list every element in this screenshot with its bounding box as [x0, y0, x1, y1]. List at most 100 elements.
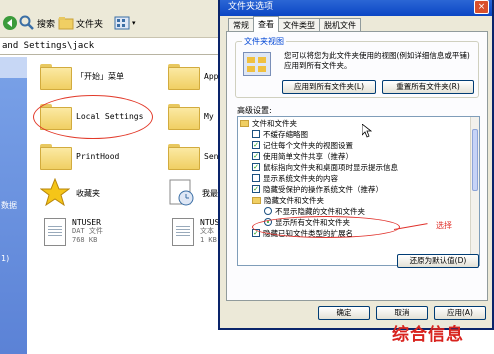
tab-file-types[interactable]: 文件类型	[278, 18, 320, 32]
radio-unselected[interactable]	[264, 207, 272, 215]
folder-icon	[168, 144, 200, 170]
checkbox-checked-icon[interactable]: ✓	[252, 152, 260, 160]
tab-strip: 常规 查看 文件类型 脱机文件	[228, 16, 361, 32]
setting-label: 隐藏受保护的操作系统文件（推荐）	[263, 184, 383, 194]
file-ntuser-ini[interactable]: NTUS 文本 1 KB	[172, 218, 219, 246]
search-button[interactable]: 搜索	[19, 14, 55, 32]
folder-views-icon	[243, 52, 271, 76]
group-title: 文件夹视图	[242, 36, 286, 47]
search-label: 搜索	[37, 19, 56, 30]
back-arrow-icon	[2, 15, 18, 31]
folders-button[interactable]: 文件夹	[58, 14, 103, 32]
folder-icon	[40, 64, 72, 90]
search-icon	[19, 15, 35, 31]
file-type: 文本	[200, 227, 214, 235]
setting-show-tooltips[interactable]: ✓ 鼠标指向文件夹和桌面项时显示提示信息	[252, 162, 398, 172]
folder-recent[interactable]: 我最	[166, 178, 218, 209]
annotation-text: 选择	[436, 221, 452, 230]
file-label: NTUS 文本 1 KB	[200, 218, 219, 245]
tab-general[interactable]: 常规	[228, 18, 254, 32]
checkbox-checked-icon[interactable]: ✓	[252, 141, 260, 149]
checkbox-checked-icon[interactable]: ✓	[252, 163, 260, 171]
views-button[interactable]: ▾	[114, 14, 136, 32]
setting-label: 记住每个文件夹的视图设置	[263, 140, 353, 150]
file-name: NTUSER	[72, 218, 101, 227]
folder-icon	[168, 104, 200, 130]
group-description: 您可以将您为此文件夹使用的视图(例如详细信息或平铺)应用到所有文件夹。	[284, 51, 470, 70]
folder-printhood[interactable]: PrintHood	[40, 144, 120, 170]
cancel-button[interactable]: 取消	[376, 306, 428, 320]
folder-name: PrintHood	[76, 151, 120, 161]
advanced-settings-list[interactable]: 文件和文件夹 不缓存缩略图 ✓ 记住每个文件夹的视图设置 ✓ 使用简单文件共享（…	[237, 116, 480, 266]
recent-docs-icon	[166, 178, 196, 209]
tree-node-hidden-files: 隐藏文件和文件夹	[252, 195, 324, 205]
folder-name: 我最	[202, 189, 218, 198]
views-grid-icon	[114, 15, 130, 31]
setting-label: 使用简单文件共享（推荐）	[263, 151, 353, 161]
folder-my-d[interactable]: My D	[168, 104, 223, 130]
setting-hide-protected-files[interactable]: ✓ 隐藏受保护的操作系统文件（推荐）	[252, 184, 383, 194]
setting-simple-sharing[interactable]: ✓ 使用简单文件共享（推荐）	[252, 151, 353, 161]
folder-views-group: 文件夹视图 您可以将您为此文件夹使用的视图(例如详细信息或平铺)应用到所有文件夹…	[235, 36, 479, 98]
restore-defaults-button[interactable]: 还原为默认值(D)	[397, 254, 479, 268]
setting-label: 文件和文件夹	[252, 118, 297, 128]
advanced-settings-label: 高级设置:	[237, 106, 272, 115]
close-icon: ×	[477, 2, 486, 12]
checkbox-checked-icon[interactable]: ✓	[252, 185, 260, 193]
setting-label: 隐藏文件和文件夹	[264, 195, 324, 205]
scrollbar-thumb[interactable]	[472, 129, 478, 191]
address-bar[interactable]: and Settings\jack	[0, 38, 220, 55]
setting-remember-view[interactable]: ✓ 记住每个文件夹的视图设置	[252, 140, 353, 150]
setting-label: 鼠标指向文件夹和桌面项时显示提示信息	[263, 162, 398, 172]
checkbox-unchecked[interactable]	[252, 130, 260, 138]
file-icon	[44, 218, 66, 246]
setting-show-system-folders[interactable]: 显示系统文件夹的内容	[252, 173, 338, 183]
chevron-down-icon: ▾	[132, 19, 136, 27]
folder-appl[interactable]: Appl	[168, 64, 223, 90]
folder-tree-icon	[58, 15, 74, 31]
file-size: 768 KB	[72, 236, 98, 244]
folder-start-menu[interactable]: 「开始」菜单	[40, 64, 124, 90]
setting-label: 显示系统文件夹的内容	[263, 173, 338, 183]
reset-all-folders-button[interactable]: 重置所有文件夹(R)	[382, 80, 474, 94]
highlight-ellipse-show-all	[252, 216, 400, 238]
tab-view[interactable]: 查看	[253, 16, 279, 32]
folder-icon	[168, 64, 200, 90]
file-type: DAT 文件	[72, 227, 103, 235]
setting-do-not-show-hidden[interactable]: 不显示隐藏的文件和文件夹	[264, 206, 365, 216]
task-pane-label-2: 1)	[1, 254, 10, 263]
checkbox-unchecked[interactable]	[252, 174, 260, 182]
task-pane: 数据 1)	[0, 56, 27, 354]
file-label: NTUSER DAT 文件 768 KB	[72, 218, 103, 245]
file-size: 1 KB	[200, 236, 217, 244]
apply-to-all-folders-button[interactable]: 应用到所有文件夹(L)	[282, 80, 376, 94]
tab-offline-files[interactable]: 脱机文件	[319, 18, 361, 32]
view-tab-panel: 文件夹视图 您可以将您为此文件夹使用的视图(例如详细信息或平铺)应用到所有文件夹…	[226, 31, 488, 301]
dialog-title-bar[interactable]: 文件夹选项 ×	[220, 0, 492, 16]
file-ntuser-dat[interactable]: NTUSER DAT 文件 768 KB	[44, 218, 103, 246]
task-pane-label-1: 数据	[1, 201, 17, 210]
back-button[interactable]	[2, 14, 18, 32]
folder-name: 「开始」菜单	[76, 71, 124, 81]
tree-node-files-folders: 文件和文件夹	[240, 118, 297, 128]
setting-label: 不显示隐藏的文件和文件夹	[275, 206, 365, 216]
mouse-cursor-icon	[361, 123, 373, 141]
star-icon	[39, 177, 71, 209]
task-pane-header	[0, 56, 27, 78]
setting-no-thumbnail-cache[interactable]: 不缓存缩略图	[252, 129, 308, 139]
dialog-title: 文件夹选项	[228, 2, 274, 12]
file-name: NTUS	[200, 218, 220, 227]
folder-name: 收藏夹	[76, 189, 100, 198]
folder-options-dialog: 文件夹选项 × 常规 查看 文件类型 脱机文件 文件夹视图 您可以将您为此文件夹…	[218, 0, 494, 330]
folder-favorites[interactable]: 收藏夹	[39, 177, 100, 209]
apply-button[interactable]: 应用(A)	[434, 306, 486, 320]
list-scrollbar[interactable]	[470, 117, 479, 265]
watermark: 综合信息	[392, 325, 464, 345]
ok-button[interactable]: 确定	[318, 306, 370, 320]
folder-icon	[240, 119, 249, 127]
close-button[interactable]: ×	[474, 0, 489, 14]
folder-icon	[252, 196, 261, 204]
folder-send[interactable]: Send	[168, 144, 223, 170]
file-icon	[172, 218, 194, 246]
setting-label: 不缓存缩略图	[263, 129, 308, 139]
